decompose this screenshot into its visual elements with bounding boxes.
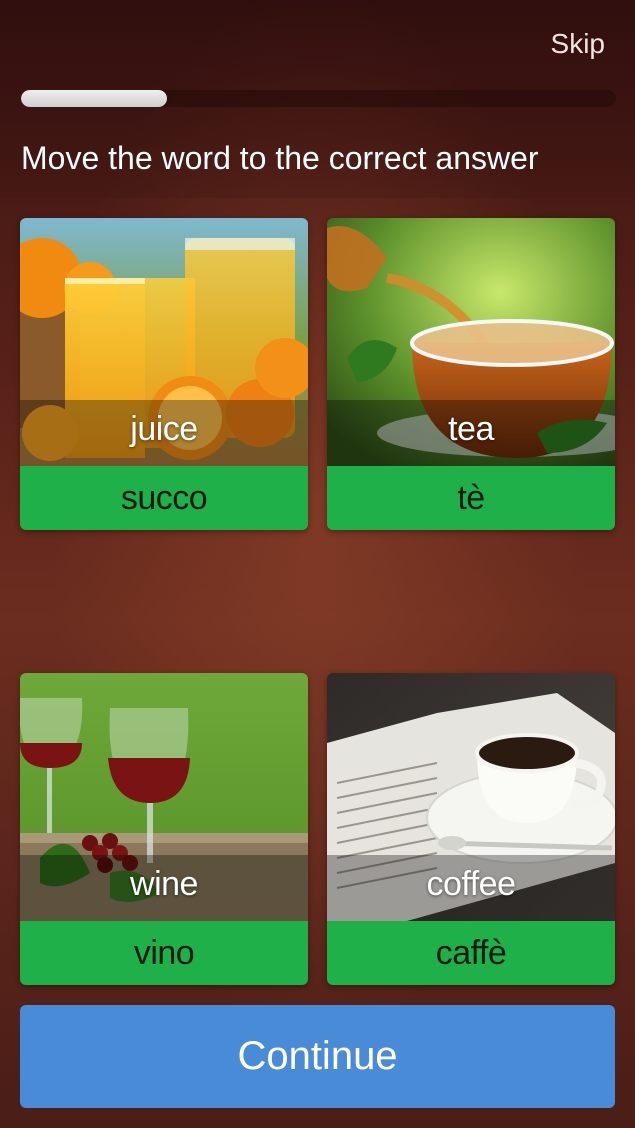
draggable-word[interactable]: coffee [327,865,615,904]
answer-label: succo [20,466,308,530]
draggable-word[interactable]: juice [20,410,308,449]
answer-label: vino [20,921,308,985]
draggable-word[interactable]: wine [20,865,308,904]
answer-label: tè [327,466,615,530]
answer-card-coffee[interactable]: coffee caffè [327,673,615,985]
draggable-word[interactable]: tea [327,410,615,449]
instruction-text: Move the word to the correct answer [21,140,539,176]
answer-card-wine[interactable]: wine vino [20,673,308,985]
continue-button[interactable]: Continue [20,1005,615,1108]
progress-bar [21,90,616,107]
answer-label: caffè [327,921,615,985]
progress-fill [21,90,167,107]
skip-button[interactable]: Skip [551,28,605,60]
answer-card-tea[interactable]: tea tè [327,218,615,530]
answer-card-juice[interactable]: juice succo [20,218,308,530]
header-bar: Skip Move the word to the correct answer [0,0,635,198]
